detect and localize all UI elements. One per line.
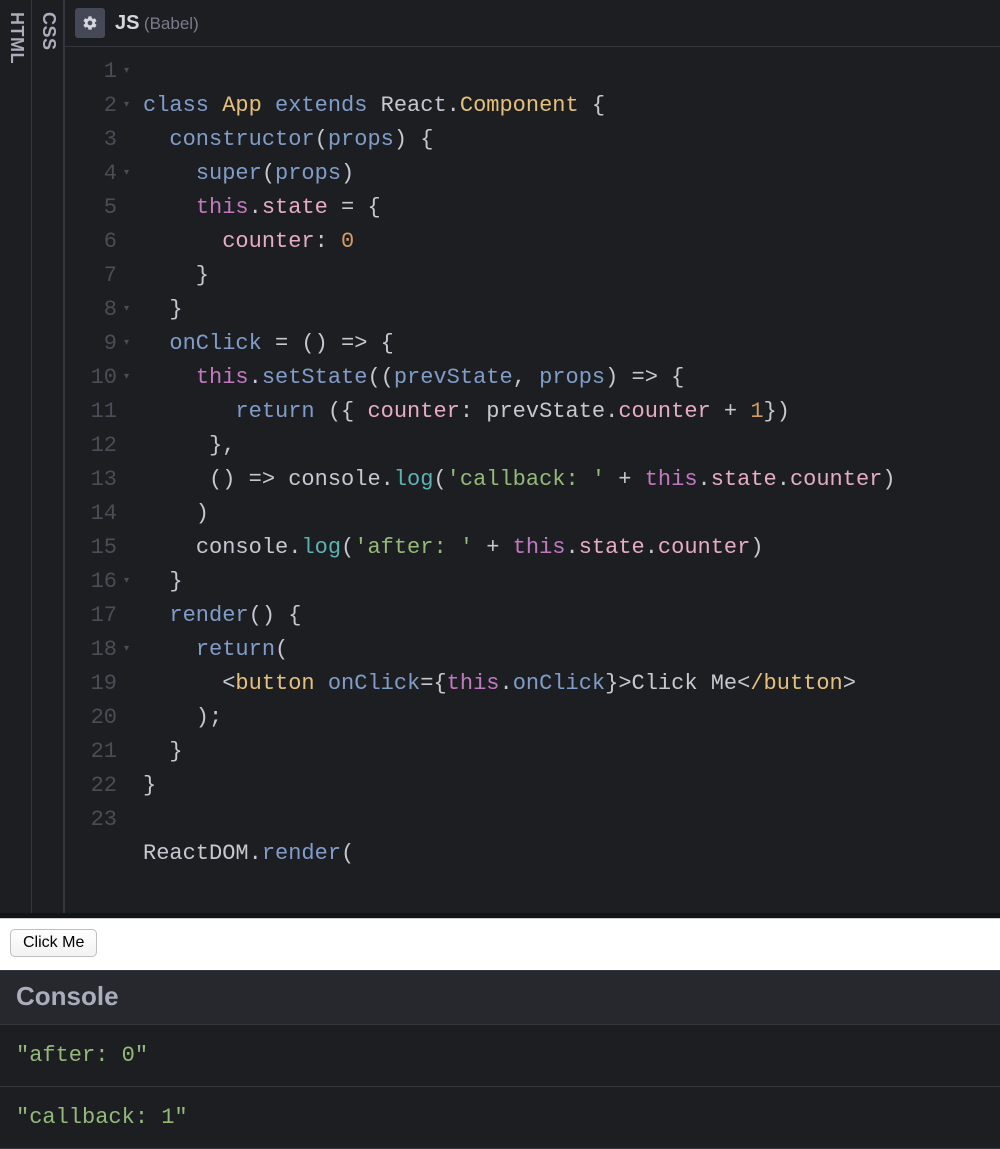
js-editor-panel: JS (Babel) 12345678910111213141516171819…: [64, 0, 1000, 913]
line-number: 15: [65, 531, 117, 565]
line-number: 8: [65, 293, 117, 327]
line-number: 14: [65, 497, 117, 531]
line-number: 13: [65, 463, 117, 497]
line-number: 4: [65, 157, 117, 191]
console-row: "callback: 1": [0, 1087, 1000, 1149]
collapsed-tabs: HTML CSS: [0, 0, 64, 913]
line-number: 3: [65, 123, 117, 157]
tab-css[interactable]: CSS: [32, 0, 64, 913]
editor-body[interactable]: 1234567891011121314151617181920212223 cl…: [65, 47, 1000, 913]
editor-title: JS: [115, 12, 139, 34]
editor-subtitle: (Babel): [144, 14, 199, 33]
line-number: 10: [65, 361, 117, 395]
output-preview: Click Me: [0, 918, 1000, 970]
line-number: 12: [65, 429, 117, 463]
console-row: "after: 0": [0, 1025, 1000, 1087]
line-number: 21: [65, 735, 117, 769]
console-panel: Console "after: 0" "callback: 1": [0, 970, 1000, 1127]
line-number: 2: [65, 89, 117, 123]
line-number: 20: [65, 701, 117, 735]
click-me-button[interactable]: Click Me: [10, 929, 97, 957]
line-number: 18: [65, 633, 117, 667]
line-number: 6: [65, 225, 117, 259]
line-number: 23: [65, 803, 117, 837]
gear-icon[interactable]: [75, 8, 105, 38]
line-number: 22: [65, 769, 117, 803]
line-number: 1: [65, 55, 117, 89]
line-number: 9: [65, 327, 117, 361]
line-number: 19: [65, 667, 117, 701]
tab-html[interactable]: HTML: [0, 0, 32, 913]
code-area[interactable]: class App extends React.Component { cons…: [125, 47, 1000, 913]
line-gutter: 1234567891011121314151617181920212223: [65, 47, 125, 913]
editor-header: JS (Babel): [65, 0, 1000, 47]
console-header[interactable]: Console: [0, 970, 1000, 1025]
line-number: 17: [65, 599, 117, 633]
line-number: 11: [65, 395, 117, 429]
line-number: 5: [65, 191, 117, 225]
line-number: 7: [65, 259, 117, 293]
line-number: 16: [65, 565, 117, 599]
